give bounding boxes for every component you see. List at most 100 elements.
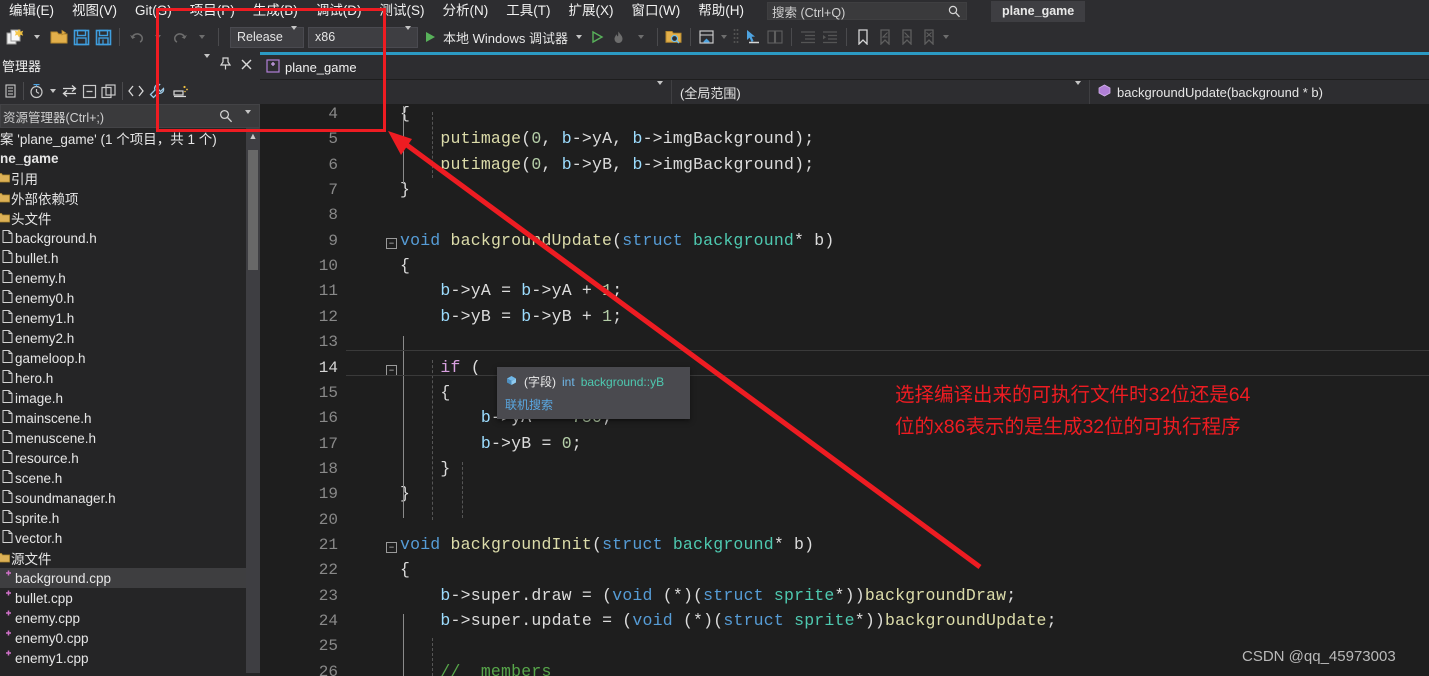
indent-increase-icon[interactable] [819,25,841,49]
chevron-down-icon[interactable] [1075,80,1081,100]
solution-tree[interactable]: 案 'plane_game' (1 个项目，共 1 个) ne_game 引用外… [0,128,260,673]
annotation-line-2: 位的x86表示的是生成32位的可执行程序 [895,416,1241,438]
start-debug-label[interactable]: 本地 Windows 调试器 [443,28,568,47]
bookmark-next-icon[interactable] [896,25,918,49]
search-input[interactable]: 搜索 (Ctrl+Q) [766,2,967,20]
code-line[interactable]: void backgroundInit(struct background* b… [400,535,814,554]
tree-node-enemy.h[interactable]: enemy.h [0,268,260,288]
tree-node-background.h[interactable]: background.h [0,228,260,248]
tree-node-bullet.cpp[interactable]: bullet.cpp [0,588,260,608]
hot-reload-dropdown[interactable] [630,25,652,49]
tree-node-enemy1.cpp[interactable]: enemy1.cpp [0,648,260,668]
tree-node-vector.h[interactable]: vector.h [0,528,260,548]
menu-item-10[interactable]: 窗口(W) [623,0,690,22]
code-line[interactable]: b->super.update = (void (*)(struct sprit… [400,611,1057,630]
tree-node-[interactable]: 外部依赖项 [0,188,260,208]
tree-node-menuscene.h[interactable]: menuscene.h [0,428,260,448]
tree-node-[interactable]: 头文件 [0,208,260,228]
menu-item-8[interactable]: 工具(T) [497,0,559,22]
indent-decrease-icon[interactable] [797,25,819,49]
header-file-icon [0,490,15,506]
window-tab-plane-game[interactable]: plane_game [990,0,1086,22]
code-view-icon[interactable] [126,79,146,103]
grip-handle[interactable] [730,25,742,49]
tree-node-scene.h[interactable]: scene.h [0,468,260,488]
collapse-all-icon[interactable] [79,79,99,103]
pointer-select-icon[interactable] [742,25,764,49]
menu-item-9[interactable]: 扩展(X) [560,0,623,22]
code-line[interactable]: putimage(0, b->yA, b->imgBackground); [400,129,814,148]
play-icon[interactable] [422,25,438,49]
bookmark-icon[interactable] [852,25,874,49]
code-line[interactable]: putimage(0, b->yB, b->imgBackground); [400,155,814,174]
show-all-files-icon[interactable] [99,79,119,103]
save-icon[interactable] [70,25,92,49]
open-file-icon[interactable] [48,25,70,49]
tree-node-hero.h[interactable]: hero.h [0,368,260,388]
tree-node-gameloop.h[interactable]: gameloop.h [0,348,260,368]
code-line[interactable]: { [400,256,410,275]
tree-node-mainscene.h[interactable]: mainscene.h [0,408,260,428]
bookmark-clear-icon[interactable] [918,25,940,49]
code-line[interactable]: { [400,383,451,402]
tree-node-bullet.h[interactable]: bullet.h [0,248,260,268]
pending-changes-icon[interactable] [27,79,47,103]
tree-node-sprite.h[interactable]: sprite.h [0,508,260,528]
tree-node-[interactable]: 源文件 [0,548,260,568]
code-line[interactable]: b->yB = b->yB + 1; [400,307,622,326]
code-line[interactable]: b->super.draw = (void (*)(struct sprite*… [400,586,1016,605]
code-line[interactable]: b->yB = 0; [400,434,582,453]
tree-node-soundmanager.h[interactable]: soundmanager.h [0,488,260,508]
compare-icon[interactable] [764,25,786,49]
code-line[interactable]: } [400,459,451,478]
fold-toggle-icon[interactable]: − [386,237,397,249]
save-all-icon[interactable] [92,25,114,49]
new-item-icon[interactable] [4,25,26,49]
new-item-dropdown[interactable] [26,25,48,49]
hot-reload-icon[interactable] [608,25,630,49]
menu-item-1[interactable]: 视图(V) [63,0,126,22]
tree-node-enemy.cpp[interactable]: enemy.cpp [0,608,260,628]
code-line[interactable]: } [400,484,410,503]
code-line[interactable]: b->yA = b->yA + 1; [400,281,622,300]
tree-node-enemy2.h[interactable]: enemy2.h [0,328,260,348]
tooltip-online-search-link[interactable]: 联机搜索 [505,396,682,413]
header-file-icon [0,290,15,306]
code-line[interactable]: { [400,560,410,579]
search-folder-icon[interactable] [663,25,685,49]
sync-with-active-document-icon[interactable] [59,79,79,103]
start-debug-dropdown[interactable] [572,25,586,49]
tree-node-background.cpp[interactable]: background.cpp [0,568,260,588]
nav-scope-middle[interactable]: (全局范围) [672,80,1089,104]
tree-node-enemy1.h[interactable]: enemy1.h [0,308,260,328]
tree-node-label: enemy0.h [15,290,75,306]
nav-scope-right[interactable]: backgroundUpdate(background * b) [1090,80,1429,104]
run-outline-icon[interactable] [586,25,608,49]
menu-item-11[interactable]: 帮助(H) [689,0,753,22]
code-line[interactable]: { [400,104,410,123]
solution-home-dropdown[interactable] [718,25,730,49]
tree-node-enemy0.h[interactable]: enemy0.h [0,288,260,308]
code-line[interactable]: void backgroundUpdate(struct background*… [400,231,834,250]
menu-item-7[interactable]: 分析(N) [434,0,498,22]
tree-node-[interactable]: 引用 [0,168,260,188]
bookmark-prev-icon[interactable] [874,25,896,49]
code-line[interactable]: } [400,180,410,199]
properties-icon[interactable] [2,79,20,103]
tree-node-resource.h[interactable]: resource.h [0,448,260,468]
scrollbar-thumb[interactable] [248,150,258,270]
tree-node-enemy0.cpp[interactable]: enemy0.cpp [0,628,260,648]
tree-node-image.h[interactable]: image.h [0,388,260,408]
toolbar-overflow-icon[interactable] [940,25,952,49]
code-editor-surface[interactable]: 4 5 6 7 8 9 10 11 12 13 14 15 16 17 18 19 20 21 22 23 24 25 26… [260,104,1429,676]
solution-home-icon[interactable] [696,25,718,49]
pending-changes-dropdown[interactable] [47,79,59,103]
chevron-down-icon[interactable] [657,80,663,100]
tree-scrollbar[interactable]: ▲ [246,128,260,673]
undo-icon[interactable] [125,25,147,49]
menu-item-0[interactable]: 编辑(E) [0,0,63,22]
code-line[interactable]: // members [400,662,552,676]
toolbar-separator-6 [845,28,847,46]
project-node[interactable]: ne_game [0,148,260,168]
fold-toggle-icon[interactable]: − [386,541,397,553]
